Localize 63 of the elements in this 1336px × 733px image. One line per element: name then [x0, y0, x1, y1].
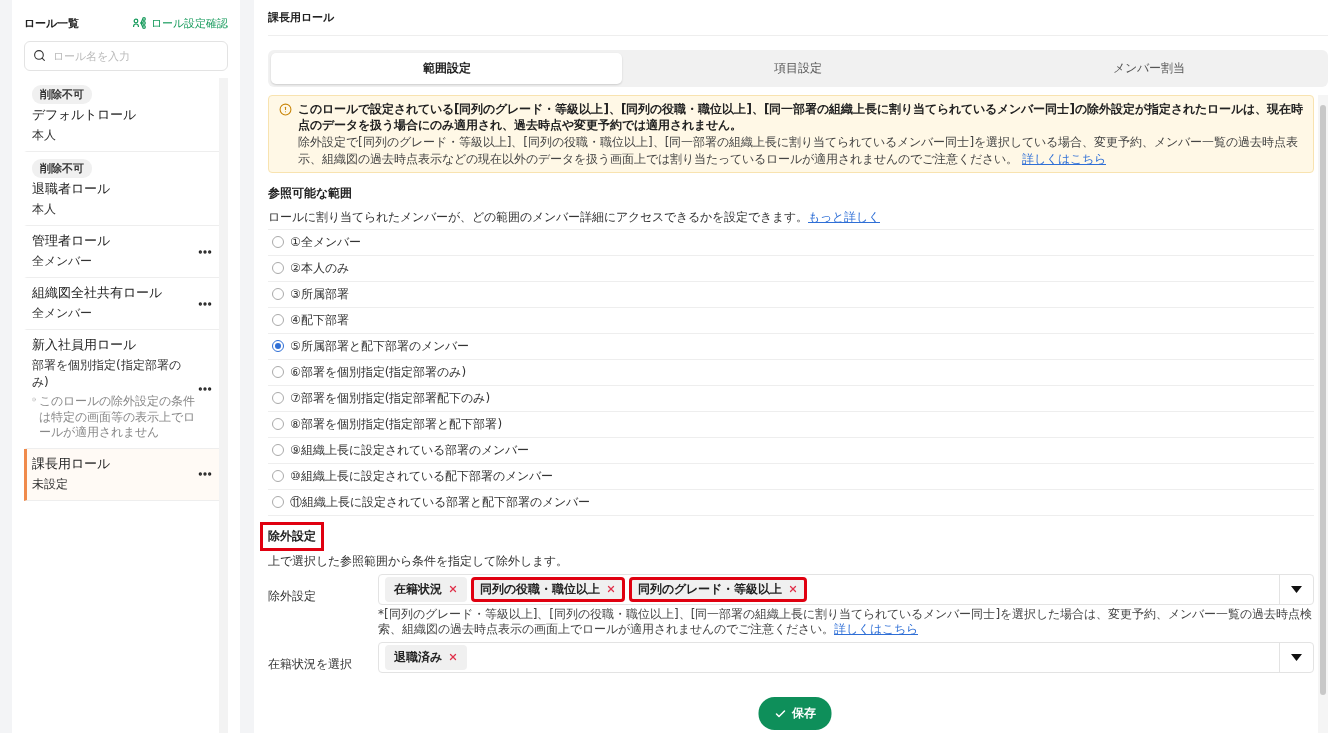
section-description: ロールに割り当てられたメンバーが、どの範囲のメンバー詳細にアクセスできるかを設定できます。もっと詳しく [268, 208, 881, 226]
remove-icon[interactable] [448, 584, 458, 595]
warning-text: 除外設定で[同列のグレード・等級以上]、[同列の役職・職位以上]、[同一部署の組織上長に割り当てられているメンバー同士]を選択している場合、変更予約、メンバー一覧の過去時点表示、組織図の過去時点表示などの現在以外のデータを扱う画面上では割り当たっているロールが適用されませんのでご注意ください。 詳しくはこちら [298, 134, 1300, 167]
details-link[interactable]: 詳しくはこちら [1022, 151, 1106, 166]
scope-option[interactable]: ⑤所属部署と配下部署のメンバー [268, 332, 1314, 359]
section-heading: 除外設定 [260, 521, 324, 551]
role-name: デフォルトロール [32, 107, 136, 124]
scope-option[interactable]: ⑦部署を個別指定(指定部署配下のみ) [268, 384, 1314, 411]
remove-icon[interactable] [606, 584, 616, 595]
selected-chip: 同列の役職・職位以上 [471, 576, 625, 602]
scope-option[interactable]: ⑩組織上長に設定されている配下部署のメンバー [268, 462, 1314, 489]
selected-chip: 在籍状況 [385, 576, 467, 602]
role-scope: 本人 [32, 201, 57, 218]
role-note: このロールの除外設定の条件は特定の画面等の表示上でロールが適用されません [39, 394, 196, 441]
field-label: 在籍状況を選択 [268, 655, 353, 673]
role-scope: 未設定 [32, 475, 69, 493]
sidebar-title: ロール一覧 [24, 15, 79, 31]
scope-option[interactable]: ④配下部署 [268, 306, 1314, 333]
scope-option[interactable]: ⑧部署を個別指定(指定部署と配下部署) [268, 410, 1314, 437]
multi-select[interactable]: 退職済み [378, 641, 1314, 673]
role-item[interactable]: 課長用ロール 未設定 [24, 448, 219, 501]
selected-chip: 同列のグレード・等級以上 [629, 576, 807, 602]
search-icon [33, 49, 46, 62]
caret-icon [1291, 585, 1302, 593]
field-note: *[同列のグレード・等級以上]、[同列の役職・職位以上]、[同一部署の組織上長に割り当てられているメンバー同士]を選択した場合は、変更予約、メンバー一覧の過去時点検索、組織図の過去時点表示の画面上でロールが適用されませんのでご注意ください。詳しくはこちら [378, 606, 1314, 638]
scrollbar-thumb[interactable] [1320, 105, 1326, 695]
role-name: 管理者ロール [32, 233, 110, 250]
tab[interactable]: 範囲設定 [271, 53, 623, 84]
role-scope: 全メンバー [32, 253, 93, 270]
tab[interactable]: メンバー割当 [973, 53, 1325, 84]
field-label: 除外設定 [268, 587, 317, 605]
scope-option[interactable]: ⑪組織上長に設定されている部署と配下部署のメンバー [268, 488, 1314, 515]
role-scope: 部署を個別指定(指定部署のみ) [32, 357, 182, 391]
more-link[interactable]: もっと詳しく [808, 209, 880, 224]
scope-option[interactable]: ①全メンバー [268, 228, 1314, 255]
undeletable-tag: 削除不可 [32, 159, 92, 178]
role-scope: 本人 [32, 127, 57, 144]
remove-icon[interactable] [448, 652, 458, 663]
role-name: 退職者ロール [32, 181, 110, 198]
remove-icon[interactable] [788, 584, 798, 595]
role-name: 課長用ロール [32, 455, 110, 473]
role-scope: 全メンバー [32, 305, 93, 322]
multi-select[interactable]: 在籍状況 同列の役職・職位以上 同列のグレード・等級以上 [378, 573, 1314, 605]
scope-option[interactable]: ⑨組織上長に設定されている部署のメンバー [268, 436, 1314, 463]
scope-option[interactable]: ②本人のみ [268, 254, 1314, 281]
role-name: 組織図全社共有ロール [32, 285, 162, 302]
warning-icon [279, 103, 292, 116]
role-name: 新入社員用ロール [32, 337, 137, 354]
section-description: 上で選択した参照範囲から条件を指定して除外します。 [268, 552, 569, 570]
section-heading: 参照可能な範囲 [267, 184, 353, 202]
warning-title: このロールで設定されている[同列のグレード・等級以上]、[同列の役職・職位以上]、[同一部署の組織上長に割り当てられているメンバー同士]の除外設定が指定されたロールは、現在時点のデータを扱う場合にのみ適用され、過去時点や変更予約では適用されません。 [298, 101, 1303, 134]
save-button[interactable]: 保存 [758, 697, 832, 730]
caret-icon [1291, 653, 1302, 661]
people-network-icon [133, 17, 147, 29]
tab[interactable]: 項目設定 [622, 53, 974, 84]
role-title: 課長用ロール [268, 8, 1328, 36]
scope-option[interactable]: ⑥部署を個別指定(指定部署のみ) [268, 358, 1314, 385]
selected-chip: 退職済み [385, 644, 467, 670]
check-icon [774, 707, 787, 720]
scope-option[interactable]: ③所属部署 [268, 280, 1314, 307]
role-settings-link[interactable]: ロール設定確認 [133, 15, 228, 31]
details-link[interactable]: 詳しくはこちら [834, 622, 918, 637]
undeletable-tag: 削除不可 [32, 85, 92, 104]
